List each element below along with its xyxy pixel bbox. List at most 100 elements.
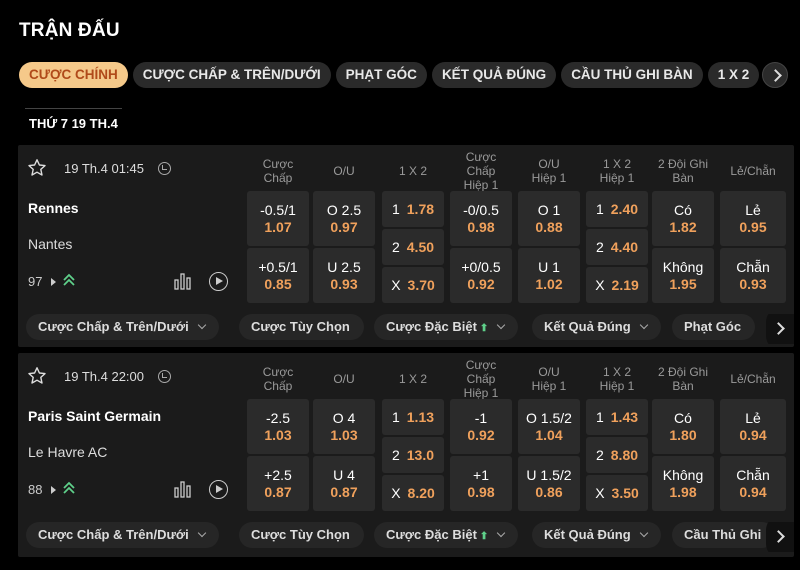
stats-bar-chart-icon[interactable]	[173, 272, 193, 290]
subtab-special-bet[interactable]: Cược Đặc Biệt ⬆	[374, 522, 519, 548]
1x2-h1-cell[interactable]: 1 2.40	[586, 191, 648, 227]
team-home[interactable]: Rennes	[28, 200, 79, 216]
subtab-handicap-over-under[interactable]: Cược Chấp & Trên/Dưới	[26, 522, 219, 548]
tab-1x2[interactable]: 1 X 2	[707, 62, 760, 88]
1x2-cell[interactable]: 2 4.50	[382, 229, 444, 265]
subtab-correct-score[interactable]: Kết Quả Đúng	[532, 314, 661, 340]
1x2-cell[interactable]: 2 13.0	[382, 437, 444, 473]
1x2-cell[interactable]: 1 1.78	[382, 191, 444, 227]
odds-value: 0.98	[467, 483, 495, 500]
tab-corners[interactable]: PHẠT GÓC	[335, 62, 427, 88]
both-teams-score-cell[interactable]: Có 1.82	[652, 191, 714, 246]
favorite-star-icon[interactable]	[27, 158, 47, 178]
tab-handicap-over-under[interactable]: CƯỢC CHẤP & TRÊN/DƯỚI	[132, 62, 331, 88]
handicap-cell[interactable]: -0.5/1 1.07	[247, 191, 309, 246]
subtabs-next-chevron-icon[interactable]	[766, 314, 794, 344]
col-over-under-h1-header: O/U Hiệp 1	[531, 157, 567, 185]
tab-main-bets[interactable]: CƯỢC CHÍNH	[19, 62, 128, 88]
over-under-cell[interactable]: O 4 1.03	[313, 399, 375, 454]
handicap-cell[interactable]: -2.5 1.03	[247, 399, 309, 454]
odds-label: 1	[595, 408, 604, 425]
play-video-icon[interactable]	[209, 480, 228, 499]
odds-value: 4.50	[406, 238, 435, 255]
col-over-under-h1-header: O/U Hiệp 1	[531, 365, 567, 393]
col-1x2-header: 1 X 2	[398, 164, 428, 178]
over-under-h1-cell[interactable]: U 1.5/2 0.86	[518, 456, 580, 511]
odds-label: 1	[391, 408, 400, 425]
1x2-h1-cell[interactable]: X 2.19	[586, 267, 648, 303]
handicap-h1-cell[interactable]: +0/0.5 0.92	[450, 248, 512, 303]
both-teams-score-cell[interactable]: Có 1.80	[652, 399, 714, 454]
tab-correct-score[interactable]: KẾT QUẢ ĐÚNG	[431, 62, 557, 88]
odds-label: Chẵn	[736, 258, 770, 275]
team-away[interactable]: Le Havre AC	[28, 444, 107, 460]
market-tabs: CƯỢC CHÍNH CƯỢC CHẤP & TRÊN/DƯỚI PHẠT GÓC K…	[19, 62, 800, 88]
over-under-cell[interactable]: U 2.5 0.93	[313, 248, 375, 303]
odd-even-cell[interactable]: Lẻ 0.95	[720, 191, 786, 246]
tabs-next-chevron-icon[interactable]	[762, 62, 788, 88]
over-under-cell[interactable]: U 4 0.87	[313, 456, 375, 511]
odds-label: Chẵn	[736, 466, 770, 483]
subtab-extra[interactable]: Cầu Thủ Ghi	[672, 522, 776, 548]
more-markets-count[interactable]: 88	[28, 482, 42, 497]
chevron-down-icon	[497, 320, 506, 330]
tab-goalscorer[interactable]: CẦU THỦ GHI BÀN	[561, 62, 703, 88]
handicap-h1-cell[interactable]: +1 0.98	[450, 456, 512, 511]
odds-label: O 1.5/2	[526, 409, 572, 426]
1x2-h1-cell[interactable]: 2 4.40	[586, 229, 648, 265]
handicap-cell[interactable]: +2.5 0.87	[247, 456, 309, 511]
col-1x2-h1-header: 1 X 2 Hiệp 1	[599, 365, 635, 393]
subtab-custom-bet[interactable]: Cược Tùy Chọn	[239, 314, 364, 340]
handicap-cell[interactable]: +0.5/1 0.85	[247, 248, 309, 303]
subtabs-next-chevron-icon[interactable]	[766, 522, 794, 552]
odds-label: +1	[473, 466, 489, 483]
subtab-correct-score[interactable]: Kết Quả Đúng	[532, 522, 661, 548]
odds-label: X	[595, 484, 605, 501]
over-under-h1-cell[interactable]: O 1 0.88	[518, 191, 580, 246]
1x2-cell[interactable]: X 8.20	[382, 475, 444, 511]
boost-chevrons-icon	[62, 273, 76, 287]
subtab-extra[interactable]: Phạt Góc	[672, 314, 756, 340]
stats-bar-chart-icon[interactable]	[173, 480, 193, 498]
odd-even-cell[interactable]: Chẵn 0.93	[720, 248, 786, 303]
odd-even-cell[interactable]: Lẻ 0.94	[720, 399, 786, 454]
odds-label: U 4	[333, 466, 355, 483]
match-card: 19 Th.4 22:00 Paris Saint Germain Le Havre…	[18, 353, 794, 557]
boost-chevrons-icon	[62, 481, 76, 495]
odds-label: Lẻ	[745, 201, 761, 218]
odd-even-cell[interactable]: Chẵn 0.94	[720, 456, 786, 511]
both-teams-score-cell[interactable]: Không 1.98	[652, 456, 714, 511]
kickoff-time: 19 Th.4 01:45	[64, 161, 144, 176]
page-title: TRẬN ĐẤU	[19, 20, 120, 41]
team-away[interactable]: Nantes	[28, 236, 72, 252]
subtab-custom-bet[interactable]: Cược Tùy Chọn	[239, 522, 364, 548]
more-markets-count[interactable]: 97	[28, 274, 42, 289]
both-teams-score-cell[interactable]: Không 1.95	[652, 248, 714, 303]
chevron-down-icon	[197, 320, 206, 330]
subtab-handicap-over-under[interactable]: Cược Chấp & Trên/Dưới	[26, 314, 219, 340]
handicap-h1-cell[interactable]: -0/0.5 0.98	[450, 191, 512, 246]
odds-value: 0.86	[535, 483, 563, 500]
col-1x2-h1-header: 1 X 2 Hiệp 1	[599, 157, 635, 185]
1x2-h1-cell[interactable]: 2 8.80	[586, 437, 648, 473]
handicap-h1-cell[interactable]: -1 0.92	[450, 399, 512, 454]
odds-label: 2	[595, 238, 604, 255]
over-under-h1-cell[interactable]: O 1.5/2 1.04	[518, 399, 580, 454]
1x2-h1-cell[interactable]: X 3.50	[586, 475, 648, 511]
1x2-cell[interactable]: X 3.70	[382, 267, 444, 303]
odds-label: U 1	[538, 258, 560, 275]
over-under-cell[interactable]: O 2.5 0.97	[313, 191, 375, 246]
favorite-star-icon[interactable]	[27, 366, 47, 386]
1x2-cell[interactable]: 1 1.13	[382, 399, 444, 435]
subtab-special-bet[interactable]: Cược Đặc Biệt ⬆	[374, 314, 519, 340]
col-both-teams-score-header: 2 Đội Ghi Bàn	[657, 157, 709, 185]
subtab-label: Cược Chấp & Trên/Dưới	[38, 319, 189, 334]
odds-value: 1.82	[669, 218, 697, 235]
caret-right-icon[interactable]	[51, 278, 56, 286]
team-home[interactable]: Paris Saint Germain	[28, 408, 161, 424]
over-under-h1-cell[interactable]: U 1 1.02	[518, 248, 580, 303]
play-video-icon[interactable]	[209, 272, 228, 291]
1x2-h1-cell[interactable]: 1 1.43	[586, 399, 648, 435]
caret-right-icon[interactable]	[51, 486, 56, 494]
odds-label: +0/0.5	[461, 258, 501, 275]
